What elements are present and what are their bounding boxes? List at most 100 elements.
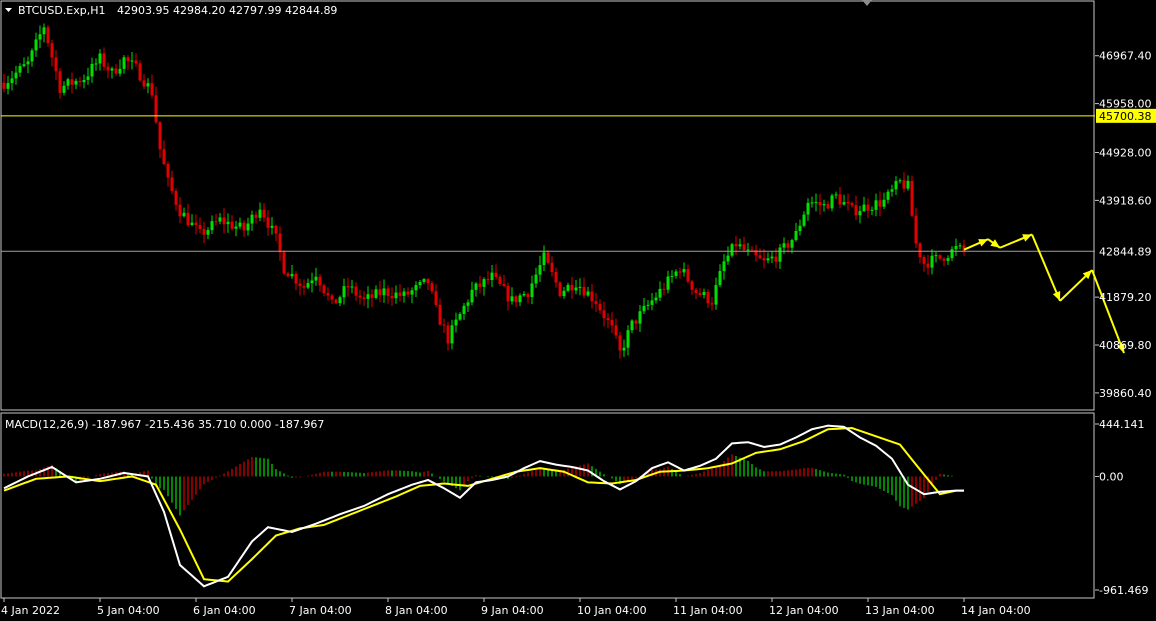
candle-body bbox=[410, 290, 414, 295]
chart-background bbox=[0, 0, 1156, 621]
candle-body bbox=[358, 295, 362, 298]
ohlc-readout: 42903.95 42984.20 42797.99 42844.89 bbox=[117, 4, 337, 17]
candle-body bbox=[518, 295, 522, 303]
candle-body bbox=[30, 50, 34, 62]
time-tick-label: 11 Jan 04:00 bbox=[673, 604, 743, 617]
candle-body bbox=[114, 68, 118, 74]
candle-body bbox=[950, 249, 954, 259]
macd-tick-label: -961.469 bbox=[1099, 584, 1148, 597]
candle-body bbox=[926, 263, 930, 268]
candle-body bbox=[370, 294, 374, 298]
candle-body bbox=[886, 191, 890, 200]
candle-body bbox=[758, 255, 762, 259]
candle-body bbox=[854, 205, 858, 216]
candle-body bbox=[54, 57, 58, 72]
candle-body bbox=[262, 209, 266, 218]
candle-body bbox=[190, 222, 194, 226]
candle-body bbox=[286, 273, 290, 277]
candle-body bbox=[922, 257, 926, 264]
candle-body bbox=[106, 66, 110, 71]
time-tick-label: 8 Jan 04:00 bbox=[385, 604, 448, 617]
candle-body bbox=[674, 271, 678, 276]
candle-body bbox=[782, 243, 786, 248]
candle-body bbox=[814, 202, 818, 204]
candle-body bbox=[822, 204, 826, 206]
candle-body bbox=[306, 283, 310, 288]
candle-body bbox=[634, 320, 638, 324]
time-tick-label: 10 Jan 04:00 bbox=[577, 604, 647, 617]
price-tick-label: 46967.40 bbox=[1099, 50, 1152, 63]
macd-tick-label: 444.141 bbox=[1099, 418, 1145, 431]
candle-body bbox=[78, 80, 82, 83]
candle-body bbox=[574, 287, 578, 291]
candle-body bbox=[82, 79, 86, 83]
candle-body bbox=[334, 299, 338, 304]
candle-body bbox=[930, 255, 934, 268]
candle-body bbox=[18, 66, 22, 73]
candle-body bbox=[10, 78, 14, 84]
candle-body bbox=[258, 209, 262, 218]
candle-body bbox=[482, 279, 486, 287]
candle-body bbox=[418, 281, 422, 286]
candle-body bbox=[154, 95, 158, 123]
candle-body bbox=[98, 53, 102, 64]
candle-body bbox=[6, 83, 10, 89]
candle-body bbox=[294, 273, 298, 284]
time-tick-label: 5 Jan 04:00 bbox=[97, 604, 160, 617]
time-tick-label: 6 Jan 04:00 bbox=[193, 604, 256, 617]
candle-body bbox=[178, 204, 182, 217]
candle-body bbox=[158, 122, 162, 150]
candle-body bbox=[502, 283, 506, 286]
candle-body bbox=[278, 233, 282, 253]
candle-body bbox=[570, 284, 574, 291]
candle-body bbox=[226, 221, 230, 225]
candle-body bbox=[166, 163, 170, 178]
candle-body bbox=[614, 325, 618, 336]
candle-body bbox=[618, 335, 622, 351]
candle-body bbox=[398, 292, 402, 296]
candle-body bbox=[542, 252, 546, 266]
candle-body bbox=[490, 272, 494, 280]
candle-body bbox=[678, 271, 682, 273]
candle-body bbox=[246, 223, 250, 231]
candle-body bbox=[110, 68, 114, 71]
candle-body bbox=[642, 305, 646, 312]
candle-body bbox=[798, 225, 802, 232]
symbol-label: BTCUSD.Exp,H1 bbox=[18, 4, 106, 17]
candle-body bbox=[42, 27, 46, 35]
candle-body bbox=[290, 273, 294, 277]
time-tick-label: 4 Jan 2022 bbox=[1, 604, 60, 617]
chart-canvas: BTCUSD.Exp,H1 42903.95 42984.20 42797.99… bbox=[0, 0, 1156, 621]
candle-body bbox=[526, 294, 530, 298]
candle-body bbox=[954, 246, 958, 250]
candle-body bbox=[870, 209, 874, 211]
candle-body bbox=[442, 324, 446, 326]
candle-body bbox=[610, 320, 614, 326]
candle-body bbox=[478, 283, 482, 287]
candle-body bbox=[462, 305, 466, 314]
candle-body bbox=[494, 272, 498, 277]
candle-body bbox=[234, 226, 238, 229]
candle-body bbox=[34, 39, 38, 51]
candle-body bbox=[558, 282, 562, 297]
candle-body bbox=[174, 190, 178, 205]
candle-body bbox=[626, 330, 630, 348]
time-tick-label: 9 Jan 04:00 bbox=[481, 604, 544, 617]
price-tick-label: 45958.00 bbox=[1099, 98, 1152, 111]
candle-body bbox=[942, 258, 946, 261]
candle-body bbox=[762, 258, 766, 261]
candle-body bbox=[498, 276, 502, 284]
candle-body bbox=[882, 199, 886, 207]
candle-body bbox=[326, 293, 330, 296]
candle-body bbox=[146, 83, 150, 87]
candle-body bbox=[810, 202, 814, 204]
resistance-price-label: 45700.38 bbox=[1099, 110, 1152, 123]
candle-body bbox=[718, 271, 722, 286]
candle-body bbox=[430, 283, 434, 292]
candle-body bbox=[138, 63, 142, 81]
candle-body bbox=[898, 180, 902, 182]
candle-body bbox=[726, 255, 730, 262]
candle-body bbox=[786, 243, 790, 248]
candle-body bbox=[62, 85, 66, 93]
candle-body bbox=[414, 285, 418, 291]
